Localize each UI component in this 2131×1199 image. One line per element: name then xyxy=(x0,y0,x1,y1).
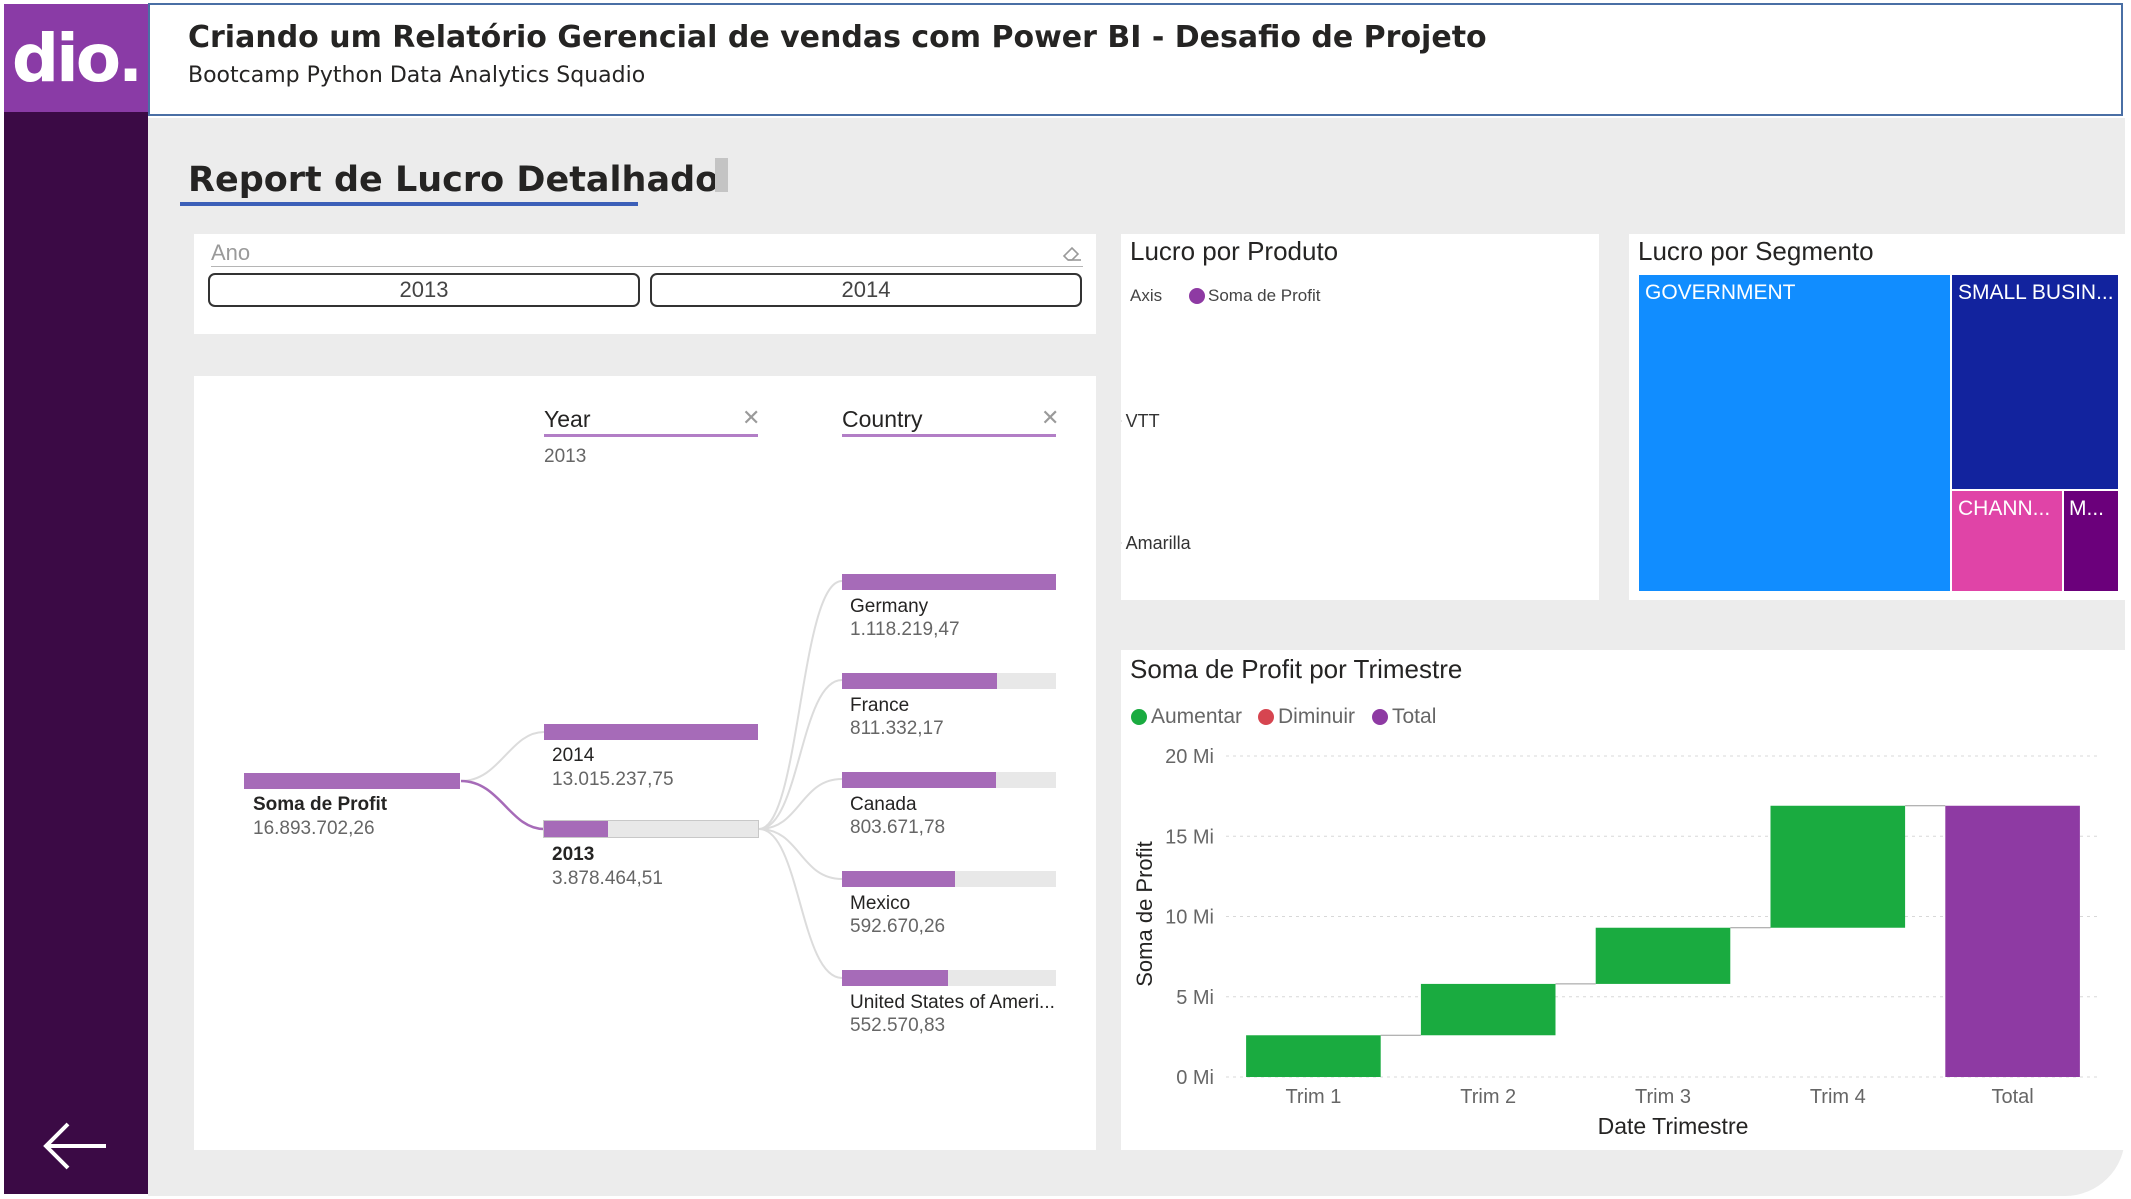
year-node-2014-value: 13.015.237,75 xyxy=(552,769,674,790)
year-node-2013-bar[interactable] xyxy=(543,820,759,838)
treemap-label-small-business: SMALL BUSIN... xyxy=(1958,281,2114,304)
waterfall-xtick-label: Total xyxy=(1991,1086,2033,1108)
level-header-country: Country xyxy=(842,406,923,432)
treemap-title: Lucro por Segmento xyxy=(1638,236,1874,266)
level-selected-year: 2013 xyxy=(544,446,587,467)
nav-rail xyxy=(4,4,148,1194)
waterfall-xlabel: Date Trimestre xyxy=(1598,1113,1749,1139)
level-underline-country xyxy=(842,434,1056,437)
country-node-usa-value: 552.570,83 xyxy=(850,1015,946,1036)
waterfall-bar-trim-2 xyxy=(1420,983,1556,1036)
waterfall-bar-trim-4 xyxy=(1770,805,1906,928)
level-underline-year xyxy=(544,434,758,437)
country-node-mexico-value: 592.670,26 xyxy=(850,916,946,937)
slicer-option-2014[interactable]: 2014 xyxy=(650,273,1082,307)
root-bar[interactable] xyxy=(244,773,460,789)
year-node-2013-label: 2013 xyxy=(552,844,595,865)
remove-country-level-icon[interactable]: ✕ xyxy=(1041,406,1059,431)
waterfall-ytick-label: 5 Mi xyxy=(1176,987,1214,1009)
treemap-label-government: GOVERNMENT xyxy=(1645,281,1796,304)
page-subtitle: Bootcamp Python Data Analytics Squadio xyxy=(188,63,646,88)
country-node-france-value: 811.332,17 xyxy=(850,718,944,739)
waterfall-xtick-label: Trim 4 xyxy=(1810,1086,1866,1108)
waterfall-ytick-label: 15 Mi xyxy=(1165,826,1214,848)
report-title: Report de Lucro Detalhado xyxy=(188,160,720,200)
waterfall-plot: 0 Mi 5 Mi 10 Mi 15 Mi 20 Mi Soma de Profit Dat… xyxy=(1132,746,2100,1139)
dio-logo: dio. xyxy=(11,19,143,97)
country-node-canada-label: Canada xyxy=(850,794,917,815)
waterfall-bar-trim-3 xyxy=(1595,927,1731,984)
country-node-mexico-label: Mexico xyxy=(850,893,911,914)
report-title-underline xyxy=(180,202,638,206)
decomposition-tree xyxy=(194,376,1096,1150)
country-node-usa-label: United States of Ameri... xyxy=(850,992,1055,1013)
year-node-2014-bar[interactable] xyxy=(544,724,758,740)
waterfall-ytick-label: 10 Mi xyxy=(1165,907,1214,929)
treemap-label-channel: CHANN... xyxy=(1958,497,2051,520)
scroll-indicator xyxy=(715,158,728,192)
country-node-germany-label: Germany xyxy=(850,596,929,617)
slicer-label: Ano xyxy=(211,240,251,265)
country-node-germany-bar[interactable] xyxy=(842,574,1056,590)
treemap-tile-channel[interactable]: CHANN... xyxy=(1952,491,2062,591)
waterfall-xtick-label: Trim 2 xyxy=(1460,1086,1516,1108)
level-header-year: Year xyxy=(544,406,591,432)
year-node-2014-label: 2014 xyxy=(552,745,595,766)
back-arrow-icon[interactable] xyxy=(40,1120,112,1172)
waterfall-xtick-label: Trim 3 xyxy=(1635,1086,1691,1108)
waterfall-ytick-label: 20 Mi xyxy=(1165,746,1214,768)
waterfall-ylabel: Soma de Profit xyxy=(1132,841,1157,987)
eraser-icon[interactable] xyxy=(1061,243,1083,263)
treemap-tile-government[interactable]: GOVERNMENT xyxy=(1639,275,1950,591)
slicer-option-2013[interactable]: 2013 xyxy=(208,273,640,307)
country-node-germany-value: 1.118.219,47 xyxy=(850,619,960,640)
waterfall-ytick-label: 0 Mi xyxy=(1176,1067,1214,1089)
waterfall-bar-total xyxy=(1945,805,2080,1077)
root-value: 16.893.702,26 xyxy=(253,818,375,839)
radar-axis-label-vtt: VTT xyxy=(1126,411,1160,431)
year-node-2013-value: 3.878.464,51 xyxy=(552,868,663,889)
page-title: Criando um Relatório Gerencial de vendas… xyxy=(188,20,1487,55)
country-node-canada-value: 803.671,78 xyxy=(850,817,946,838)
treemap-tile-small-business[interactable]: SMALL BUSIN... xyxy=(1952,275,2118,489)
country-node-canada-bar[interactable] xyxy=(842,772,1056,788)
country-node-france-bar[interactable] xyxy=(842,673,1056,689)
waterfall-xtick-label: Trim 1 xyxy=(1285,1086,1341,1108)
root-label: Soma de Profit xyxy=(253,794,388,815)
radar-plot: PaseoVTTAmarillaVeloMontanaCarretera xyxy=(1121,411,1192,553)
treemap-label-midmarket: M... xyxy=(2069,497,2104,520)
country-node-mexico-bar[interactable] xyxy=(842,871,1056,887)
country-node-usa-bar[interactable] xyxy=(842,970,1056,986)
slicer-divider xyxy=(211,266,1083,267)
country-node-france-label: France xyxy=(850,695,910,716)
waterfall-bar-trim-1 xyxy=(1246,1035,1381,1077)
radar-axis-label-amarilla: Amarilla xyxy=(1126,533,1192,553)
treemap-tile-midmarket[interactable]: M... xyxy=(2064,491,2118,591)
remove-year-level-icon[interactable]: ✕ xyxy=(742,406,760,431)
